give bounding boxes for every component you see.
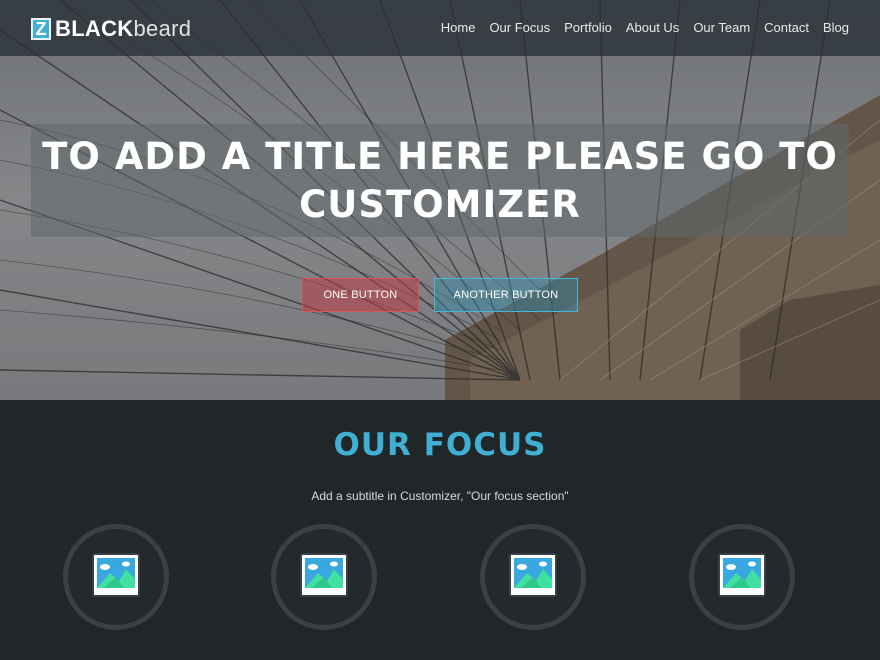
nav-item-portfolio[interactable]: Portfolio [564,20,612,35]
image-placeholder-icon [509,553,557,597]
one-button[interactable]: ONE BUTTON [302,278,419,312]
main-nav: Home Our Focus Portfolio About Us Our Te… [427,20,849,35]
logo-mark: Z [31,18,51,40]
hero-title: TO ADD A TITLE HERE PLEASE GO TO CUSTOMI… [42,135,838,226]
page: TO ADD A TITLE HERE PLEASE GO TO CUSTOMI… [0,0,880,660]
nav-item-contact[interactable]: Contact [764,20,809,35]
image-placeholder-icon [92,553,140,597]
brand-name-light: beard [133,16,192,41]
focus-item-2[interactable] [271,524,377,630]
hero-section: TO ADD A TITLE HERE PLEASE GO TO CUSTOMI… [0,0,880,400]
image-placeholder-icon [300,553,348,597]
nav-item-our-team[interactable]: Our Team [693,20,750,35]
brand-logo[interactable]: Z BLACK beard [31,16,192,41]
nav-item-home[interactable]: Home [441,20,476,35]
focus-title: OUR FOCUS [333,427,547,463]
nav-item-blog[interactable]: Blog [823,20,849,35]
nav-item-about-us[interactable]: About Us [626,20,679,35]
image-placeholder-icon [718,553,766,597]
focus-item-1[interactable] [63,524,169,630]
another-button[interactable]: ANOTHER BUTTON [434,278,578,312]
focus-subtitle: Add a subtitle in Customizer, "Our focus… [311,489,569,503]
brand-name-strong: BLACK [55,16,134,41]
focus-item-3[interactable] [480,524,586,630]
nav-item-our-focus[interactable]: Our Focus [489,20,550,35]
focus-item-4[interactable] [689,524,795,630]
navbar: Z BLACK beard Home Our Focus Portfolio A… [0,0,880,56]
